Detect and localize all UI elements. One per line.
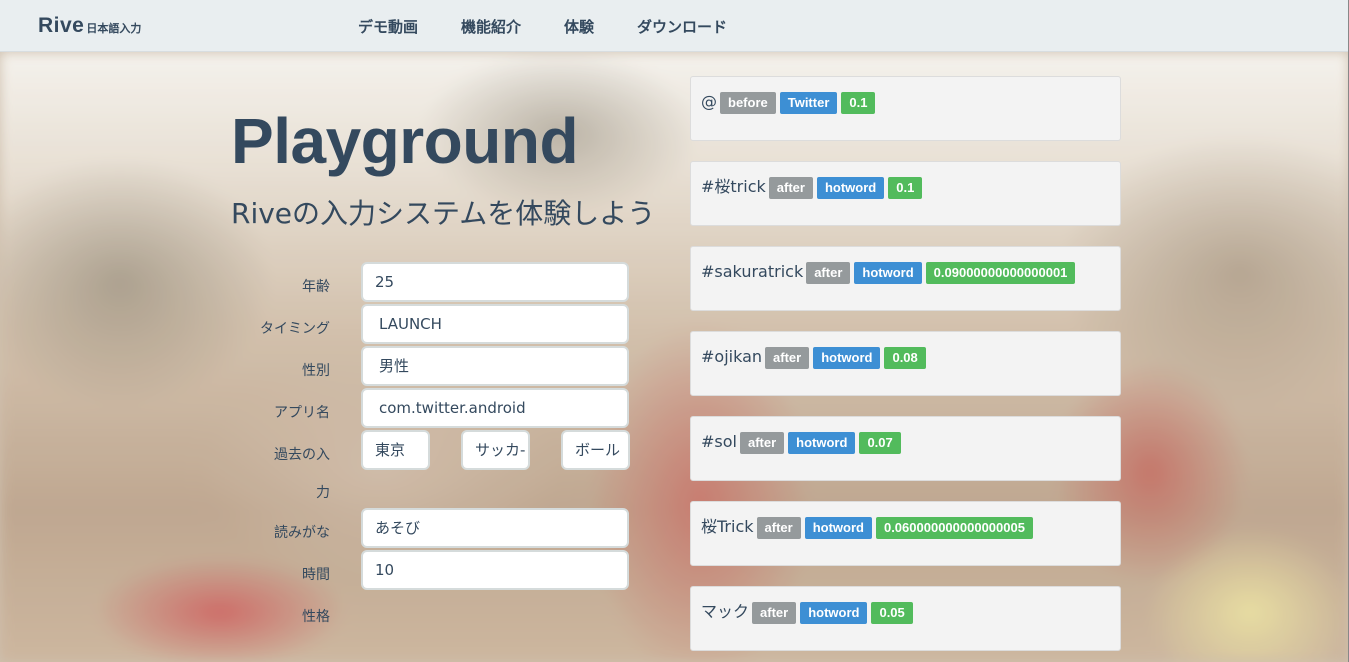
- nav-links: デモ動画 機能紹介 体験 ダウンロード: [358, 16, 770, 37]
- brand-name: Rive: [38, 14, 85, 37]
- page-title: Playground: [231, 105, 579, 177]
- position-badge: before: [720, 92, 776, 114]
- timing-label: タイミング: [260, 321, 330, 337]
- candidate-card: #sakuratrick after hotword 0.09000000000…: [690, 246, 1121, 311]
- position-badge: after: [765, 347, 810, 369]
- candidate-word: #sol: [701, 432, 737, 451]
- brand-logo[interactable]: Rive 日本語入力: [38, 14, 141, 38]
- gender-label: 性別: [302, 363, 330, 379]
- app-name-label: アプリ名: [274, 405, 330, 421]
- score-badge: 0.1: [888, 177, 923, 199]
- candidate-card: 桜Trick after hotword 0.06000000000000000…: [690, 501, 1121, 566]
- candidate-word: #桜trick: [701, 177, 766, 196]
- position-badge: after: [768, 177, 813, 199]
- candidate-card: #桜trick after hotword 0.1: [690, 161, 1121, 226]
- score-badge: 0.1: [841, 92, 876, 114]
- app-name-select[interactable]: com.twitter.android: [361, 388, 629, 428]
- nav-link-download[interactable]: ダウンロード: [637, 16, 727, 37]
- position-badge: after: [739, 432, 785, 454]
- position-badge: after: [752, 602, 797, 624]
- history-field-2[interactable]: サッカ-: [461, 430, 530, 470]
- candidate-card: #sol after hotword 0.07: [690, 416, 1121, 481]
- nav-link-demo-video[interactable]: デモ動画: [358, 16, 418, 37]
- gender-select[interactable]: 男性: [361, 346, 629, 386]
- age-label: 年齢: [302, 279, 330, 295]
- score-badge: 0.07: [859, 432, 901, 454]
- candidate-word: マック: [701, 602, 750, 621]
- score-badge: 0.060000000000000005: [875, 517, 1033, 539]
- score-badge: 0.09000000000000001: [925, 262, 1076, 284]
- source-badge: hotword: [854, 262, 922, 284]
- position-badge: after: [806, 262, 851, 284]
- candidate-word: @: [701, 92, 717, 111]
- candidate-card: #ojikan after hotword 0.08: [690, 331, 1121, 396]
- candidate-word: 桜Trick: [701, 517, 754, 536]
- time-field[interactable]: 10: [361, 550, 629, 590]
- brand-subtitle: 日本語入力: [86, 22, 142, 35]
- candidate-card: マック after hotword 0.05: [690, 586, 1121, 651]
- source-badge: hotword: [788, 432, 856, 454]
- age-field[interactable]: 25: [361, 262, 629, 302]
- history-label-cont: 力: [316, 485, 330, 501]
- nav-link-features[interactable]: 機能紹介: [461, 16, 521, 37]
- page-subtitle: Riveの入力システムを体験しよう: [231, 197, 656, 230]
- candidate-card: @ before Twitter 0.1: [690, 76, 1121, 141]
- navbar: Rive 日本語入力 デモ動画 機能紹介 体験 ダウンロード: [0, 0, 1349, 52]
- history-label: 過去の入: [274, 447, 330, 463]
- source-badge: hotword: [813, 347, 881, 369]
- reading-field[interactable]: あそび: [361, 508, 629, 548]
- time-label: 時間: [302, 567, 330, 583]
- source-badge: Twitter: [779, 92, 838, 114]
- candidate-word: #ojikan: [701, 347, 763, 366]
- candidate-word: #sakuratrick: [701, 262, 804, 281]
- source-badge: hotword: [804, 517, 872, 539]
- score-badge: 0.08: [884, 347, 926, 369]
- personality-label: 性格: [302, 609, 330, 625]
- nav-link-try[interactable]: 体験: [564, 16, 594, 37]
- source-badge: hotword: [816, 177, 885, 199]
- timing-select[interactable]: LAUNCH: [361, 304, 629, 344]
- score-badge: 0.05: [871, 602, 913, 624]
- source-badge: hotword: [800, 602, 868, 624]
- history-field-1[interactable]: 東京: [361, 430, 430, 470]
- history-field-3[interactable]: ボール: [561, 430, 630, 470]
- position-badge: after: [756, 517, 801, 539]
- reading-label: 読みがな: [274, 525, 330, 541]
- background-overlay: [0, 52, 1349, 662]
